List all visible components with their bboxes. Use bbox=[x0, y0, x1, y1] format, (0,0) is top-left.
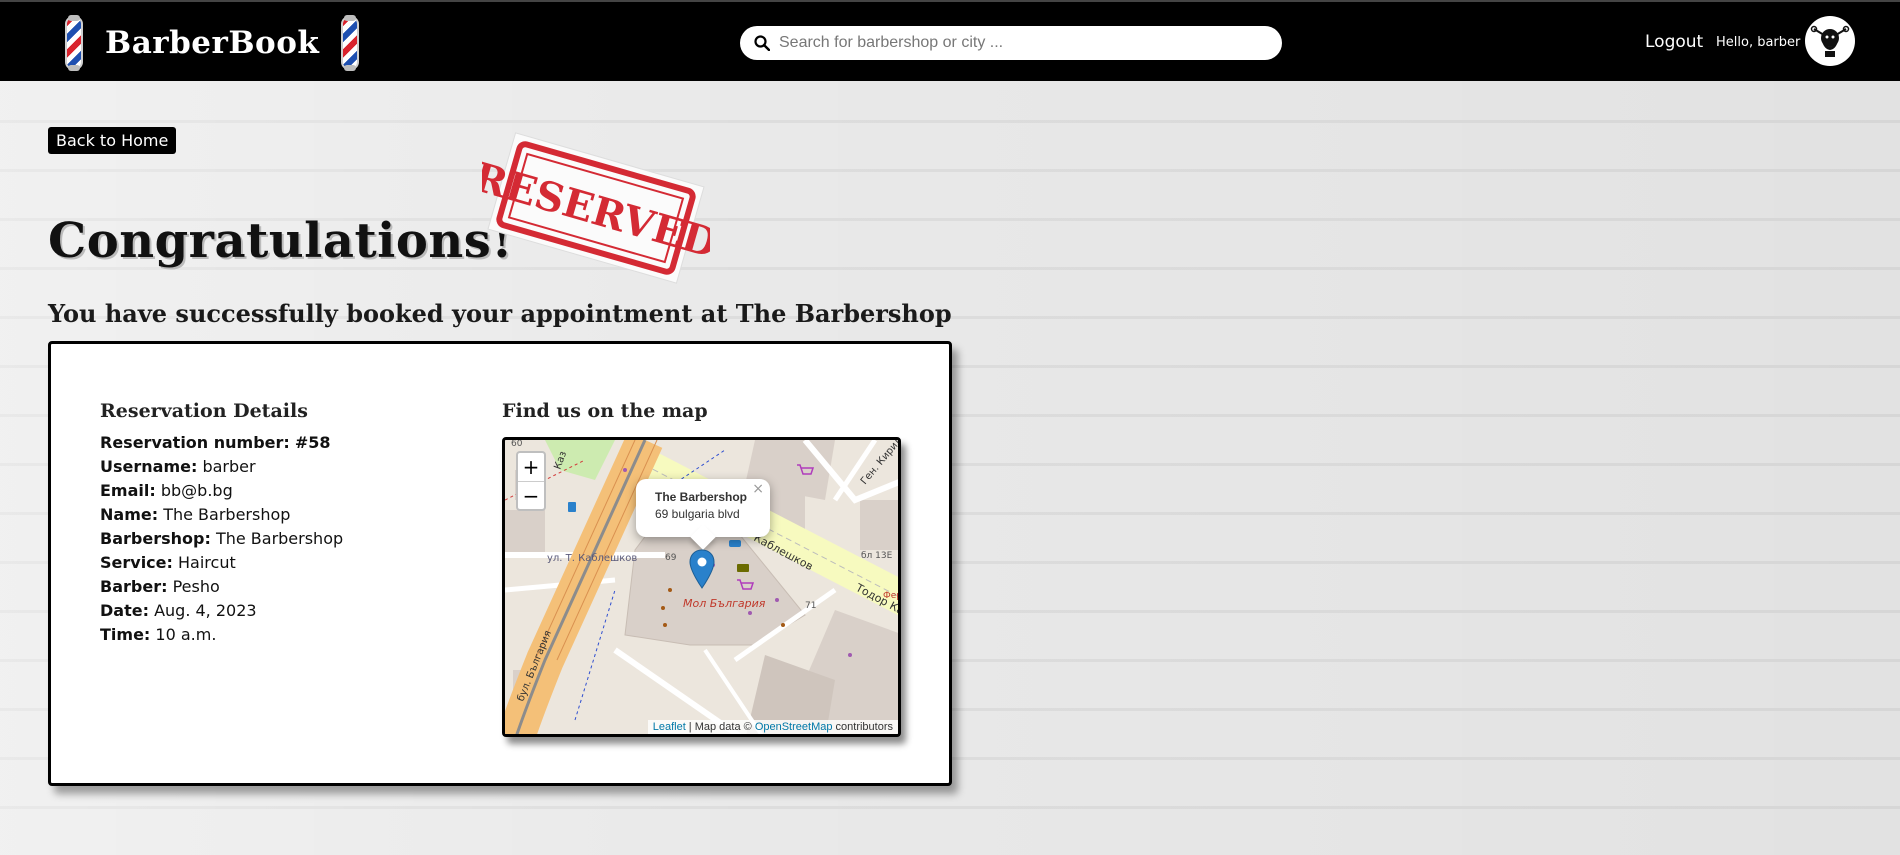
svg-text:ул. Т. Каблешков: ул. Т. Каблешков bbox=[547, 553, 637, 564]
reservation-card: Reservation Details Reservation number: … bbox=[48, 341, 952, 786]
avatar[interactable] bbox=[1805, 16, 1855, 66]
page-title: Congratulations! bbox=[48, 213, 513, 269]
map-attribution: Leaflet | Map data © OpenStreetMap contr… bbox=[647, 720, 898, 734]
barber-pole-right-icon bbox=[341, 15, 360, 71]
detail-row-service: Service: Haircut bbox=[100, 553, 236, 572]
svg-text:71: 71 bbox=[805, 601, 816, 611]
popup-address: 69 bulgaria blvd bbox=[655, 507, 740, 521]
zoom-out-button[interactable]: − bbox=[518, 481, 544, 509]
detail-row-reservation-number: Reservation number: #58 bbox=[100, 433, 331, 452]
svg-text:Мол България: Мол България bbox=[683, 597, 766, 610]
barber-pole-left-icon bbox=[65, 15, 83, 71]
svg-text:60: 60 bbox=[511, 440, 523, 449]
back-to-home-button[interactable]: Back to Home bbox=[48, 127, 177, 154]
map-popup: × The Barbershop 69 bulgaria blvd bbox=[636, 479, 770, 537]
detail-row-name: Name: The Barbershop bbox=[100, 505, 291, 524]
detail-row-time: Time: 10 a.m. bbox=[100, 625, 217, 644]
details-title: Reservation Details bbox=[100, 400, 308, 422]
map-marker-icon[interactable] bbox=[689, 549, 715, 589]
svg-text:бл 13Е: бл 13Е bbox=[861, 551, 893, 561]
popup-close-icon[interactable]: × bbox=[752, 481, 764, 497]
svg-text:69: 69 bbox=[665, 553, 677, 563]
search-input[interactable] bbox=[779, 34, 1259, 52]
detail-row-barber: Barber: Pesho bbox=[100, 577, 220, 596]
zoom-control: + − bbox=[516, 451, 546, 511]
detail-row-username: Username: barber bbox=[100, 457, 256, 476]
user-greeting: Hello, barber bbox=[1716, 35, 1801, 50]
location-map[interactable]: ул. Т. Каблешков бул. България Каблешков… bbox=[502, 437, 901, 737]
barber-avatar-icon bbox=[1810, 25, 1850, 57]
detail-row-date: Date: Aug. 4, 2023 bbox=[100, 601, 257, 620]
zoom-in-button[interactable]: + bbox=[518, 453, 544, 481]
search-icon bbox=[754, 35, 770, 51]
reservation-details: Reservation Details Reservation number: … bbox=[100, 400, 343, 647]
top-navbar: BarberBook Logout Hello, barber bbox=[0, 0, 1900, 81]
detail-row-barbershop: Barbershop: The Barbershop bbox=[100, 529, 344, 548]
brand-logo[interactable]: BarberBook bbox=[65, 14, 360, 72]
booking-subtitle: You have successfully booked your appoin… bbox=[48, 299, 952, 328]
leaflet-link[interactable]: Leaflet bbox=[653, 721, 686, 733]
map-title: Find us on the map bbox=[502, 400, 708, 422]
svg-text:Фер: Фер bbox=[883, 591, 901, 601]
logout-link[interactable]: Logout bbox=[1645, 32, 1703, 52]
detail-row-email: Email: bb@b.bg bbox=[100, 481, 233, 500]
osm-link[interactable]: OpenStreetMap bbox=[755, 721, 833, 733]
brand-name: BarberBook bbox=[105, 25, 320, 61]
reserved-stamp: RESERVED bbox=[482, 132, 710, 284]
search-bar[interactable] bbox=[740, 26, 1282, 60]
